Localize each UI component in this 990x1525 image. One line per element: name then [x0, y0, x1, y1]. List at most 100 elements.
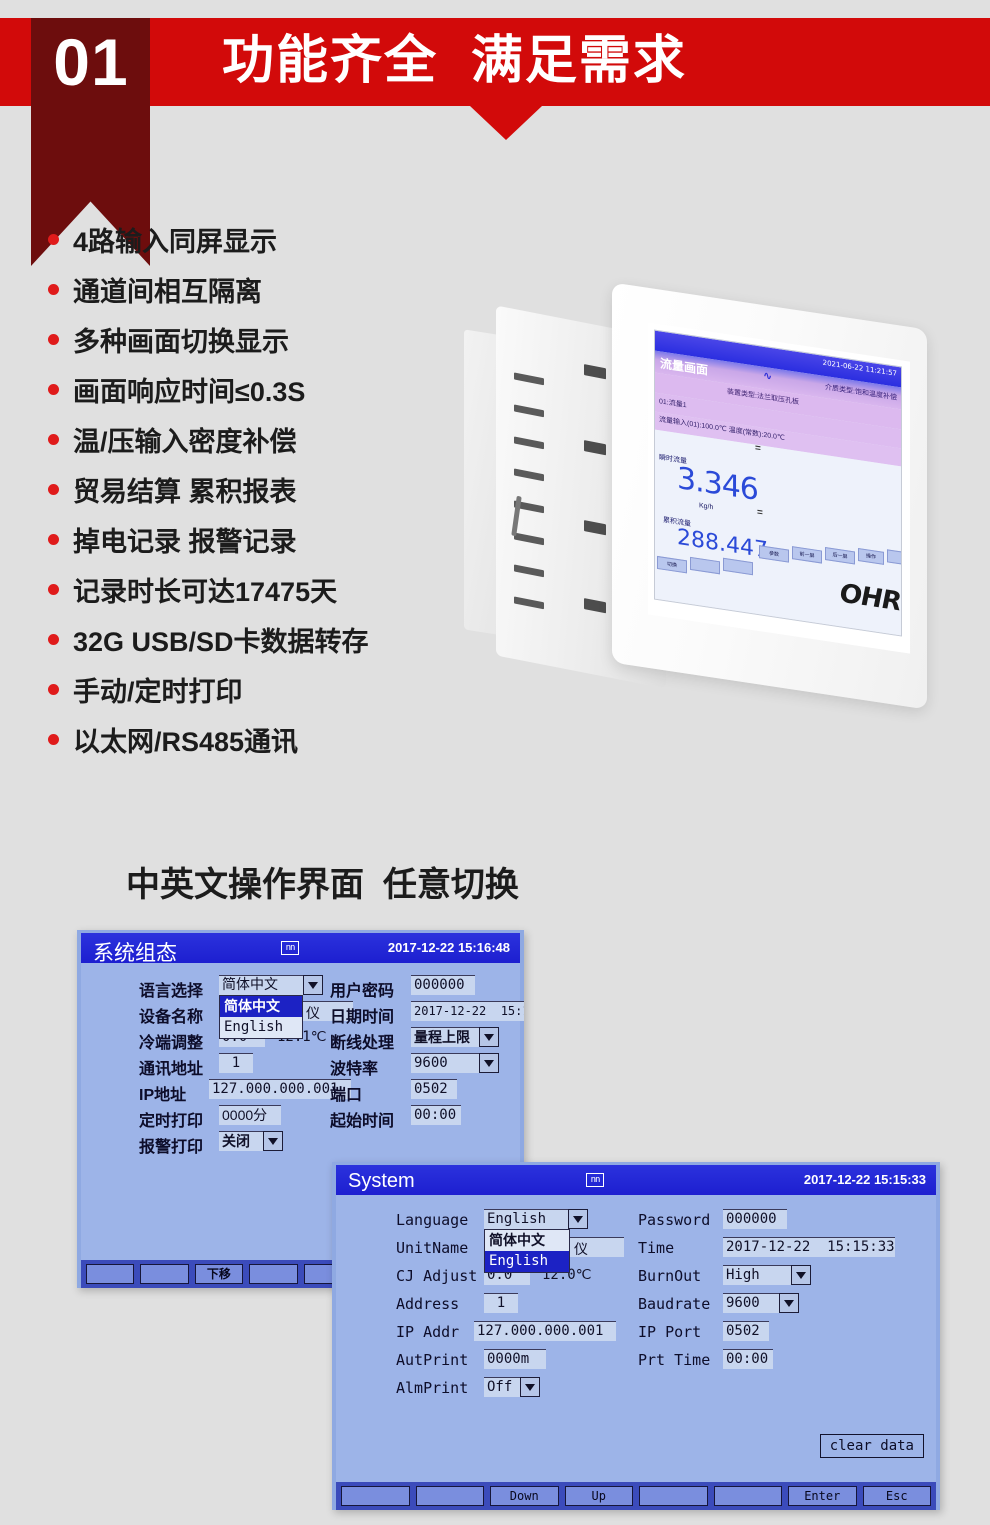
field-label-baudrate: Baudrate	[638, 1295, 711, 1313]
baudrate-value[interactable]: 9600	[723, 1293, 779, 1313]
chevron-down-icon[interactable]	[479, 1053, 499, 1073]
device-photo: 2021-06-22 11:21:57 流量画面 ∿ 介质类型:饱和温度补偿 装…	[452, 282, 932, 720]
field-label-ip-address: IP Addr	[396, 1323, 460, 1341]
dropdown-option-chinese[interactable]: 简体中文	[220, 996, 302, 1017]
alarm-print-value[interactable]: Off	[484, 1377, 520, 1397]
softkey-enter[interactable]: Enter	[788, 1486, 857, 1506]
list-item: 画面响应时间≤0.3S	[48, 364, 468, 414]
burnout-value[interactable]: High	[723, 1265, 791, 1285]
waveform-icon: nn	[586, 1173, 604, 1187]
chevron-down-icon[interactable]	[791, 1265, 811, 1285]
field-label-password: 用户密码	[330, 983, 395, 1000]
list-item: 32G USB/SD卡数据转存	[48, 614, 468, 664]
ip-port-field[interactable]: 0502	[723, 1321, 769, 1341]
feature-label: 32G USB/SD卡数据转存	[73, 626, 369, 657]
time-field[interactable]: 2017-12-22 15:15:33	[723, 1237, 895, 1257]
ip-address-field[interactable]: 127.000.000.001	[474, 1321, 616, 1341]
port-field[interactable]: 0502	[411, 1079, 457, 1099]
address-field[interactable]: 1	[219, 1053, 253, 1073]
softkey-up[interactable]: Up	[564, 1486, 633, 1506]
field-label-password: Password	[638, 1211, 711, 1229]
language-dropdown[interactable]: 简体中文 English	[219, 995, 303, 1039]
subheading: 中英文操作界面 任意切换	[126, 866, 519, 904]
bullet-icon	[48, 733, 59, 745]
field-label-auto-print: 定时打印	[139, 1113, 204, 1130]
language-dropdown[interactable]: 简体中文 English	[484, 1229, 570, 1273]
panel-titlebar: System nn 2017-12-22 15:15:33	[336, 1165, 936, 1195]
softkey-4[interactable]	[249, 1264, 298, 1284]
dropdown-option-chinese[interactable]: 简体中文	[485, 1230, 569, 1251]
chevron-down-icon[interactable]	[568, 1209, 588, 1229]
field-label-cj-adjust: CJ Adjust	[396, 1267, 478, 1285]
chevron-down-icon[interactable]	[303, 975, 323, 995]
datetime-field[interactable]: 2017-12-22 15:16:48	[411, 1001, 524, 1021]
list-item: 多种画面切换显示	[48, 314, 468, 364]
lcd-softkey-prev[interactable]: 前一屏	[792, 546, 822, 564]
start-time-field[interactable]: 00:00	[411, 1105, 461, 1125]
field-label-alarm-print: AlmPrint	[396, 1379, 469, 1397]
field-label-port: 端口	[330, 1087, 363, 1104]
dropdown-option-english[interactable]: English	[220, 1017, 302, 1038]
field-label-print-time: Prt Time	[638, 1351, 711, 1369]
page-title: 功能齐全 满足需求	[222, 32, 687, 90]
language-select-value[interactable]: 简体中文	[219, 975, 303, 995]
waveform-icon: nn	[281, 941, 299, 955]
burnout-value[interactable]: 量程上限	[411, 1027, 479, 1047]
field-label-cj-adjust: 冷端调整	[139, 1035, 204, 1052]
print-time-field[interactable]: 00:00	[723, 1349, 773, 1369]
softkey-1[interactable]	[86, 1264, 135, 1284]
lcd-softkey-next[interactable]: 后一屏	[825, 547, 855, 565]
dropdown-option-english[interactable]: English	[485, 1251, 569, 1272]
lcd-softkey-blank-1[interactable]	[887, 549, 902, 567]
field-label-burnout: 断线处理	[330, 1035, 395, 1052]
clear-data-button[interactable]: clear data	[819, 1434, 924, 1458]
address-field[interactable]: 1	[484, 1293, 518, 1313]
softkey-5[interactable]	[639, 1486, 708, 1506]
bullet-icon	[48, 383, 59, 395]
softkey-2[interactable]	[140, 1264, 189, 1284]
bullet-icon	[48, 433, 59, 445]
softkey-down[interactable]: Down	[490, 1486, 559, 1506]
panel-titlebar: 系统组态 nn 2017-12-22 15:16:48	[81, 933, 520, 965]
password-field[interactable]: 000000	[723, 1209, 787, 1229]
field-label-address: Address	[396, 1295, 460, 1313]
field-label-burnout: BurnOut	[638, 1267, 702, 1285]
list-item: 4路输入同屏显示	[48, 214, 468, 264]
feature-list: 4路输入同屏显示 通道间相互隔离 多种画面切换显示 画面响应时间≤0.3S 温/…	[48, 214, 468, 764]
feature-label: 记录时长可达17475天	[73, 576, 338, 607]
field-label-auto-print: AutPrint	[396, 1351, 469, 1369]
softkey-down[interactable]: 下移	[194, 1264, 244, 1284]
lcd-softkey-blank-2[interactable]	[690, 556, 720, 575]
softkey-6[interactable]	[713, 1486, 782, 1506]
panel-title: System	[348, 1170, 415, 1192]
auto-print-field[interactable]: 0000分	[219, 1105, 281, 1125]
lcd-channel-label: 01:流量1	[659, 398, 687, 410]
auto-print-field[interactable]: 0000m	[484, 1349, 546, 1369]
chevron-down-icon[interactable]	[520, 1377, 540, 1397]
password-field[interactable]: 000000	[411, 975, 475, 995]
alarm-print-value[interactable]: 关闭	[219, 1131, 263, 1151]
feature-label: 贸易结算 累积报表	[73, 476, 297, 507]
baudrate-value[interactable]: 9600	[411, 1053, 479, 1073]
softkey-bar: Down Up Enter Esc	[336, 1482, 936, 1510]
panel-timestamp: 2017-12-22 15:15:33	[803, 1172, 926, 1187]
softkey-esc[interactable]: Esc	[862, 1486, 931, 1506]
chevron-down-icon[interactable]	[479, 1027, 499, 1047]
field-label-language: 语言选择	[139, 983, 204, 1000]
bullet-icon	[48, 683, 59, 695]
language-select-value[interactable]: English	[484, 1209, 568, 1229]
lcd-equals-2: =	[757, 506, 763, 519]
softkey-2[interactable]	[415, 1486, 484, 1506]
feature-label: 通道间相互隔离	[73, 276, 262, 307]
lcd-equals-1: =	[755, 442, 761, 455]
field-label-baudrate: 波特率	[330, 1061, 379, 1078]
chevron-down-icon[interactable]	[779, 1293, 799, 1313]
field-label-unitname: 设备名称	[139, 1009, 204, 1026]
field-label-ip-address: IP地址	[139, 1087, 187, 1104]
chevron-down-icon[interactable]	[263, 1131, 283, 1151]
unitname-value: 仪	[574, 1241, 588, 1257]
field-label-alarm-print: 报警打印	[139, 1139, 204, 1156]
lcd-softkey-operate[interactable]: 操作	[858, 547, 884, 565]
softkey-1[interactable]	[341, 1486, 410, 1506]
lcd-softkey-switch[interactable]: 切换	[657, 555, 687, 574]
